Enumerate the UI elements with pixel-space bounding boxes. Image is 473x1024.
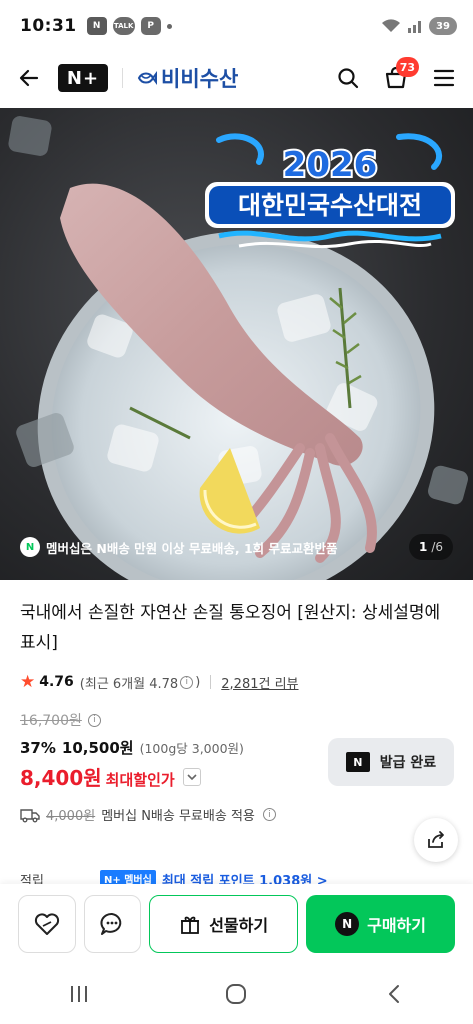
delivery-truck-icon <box>20 808 40 822</box>
membership-promo-banner: N 멤버십은 N배송 만원 이상 무료배송, 1회 무료교환반품 <box>20 534 338 560</box>
signal-icon <box>408 21 421 33</box>
rating-recent-close: ) <box>195 674 201 690</box>
shipping-text: 멤버십 N배송 무료배송 적용 <box>101 809 255 824</box>
max-discount-row[interactable]: 8,400원 최대할인가 <box>20 762 201 791</box>
recent-apps-icon <box>70 986 87 1002</box>
nplus-store-logo[interactable]: N+ <box>58 64 108 92</box>
shipping-original-fee: 4,000원 <box>46 809 96 824</box>
menu-icon <box>433 69 455 87</box>
price-info-icon[interactable]: i <box>87 713 101 727</box>
coupon-issued-label: 발급 완료 <box>379 755 437 771</box>
header-actions: 73 <box>333 57 459 93</box>
purchase-action-bar: 선물하기 N 구매하기 <box>0 884 473 964</box>
rating-row: ★ 4.76 (최근 6개월 4.78 i ) 2,281건 리뷰 <box>20 672 299 692</box>
buy-button[interactable]: N 구매하기 <box>306 895 456 953</box>
store-brand-link[interactable]: 비비수산 <box>135 63 238 93</box>
chevron-down-icon <box>187 773 197 780</box>
share-button[interactable] <box>414 818 458 862</box>
system-navigation-bar <box>0 964 473 1024</box>
search-icon <box>338 68 359 89</box>
shipping-row: 4,000원 멤버십 N배송 무료배송 적용 i <box>20 805 278 824</box>
back-button[interactable] <box>14 63 44 93</box>
review-count-link[interactable]: 2,281건 리뷰 <box>221 673 298 692</box>
recent-apps-button[interactable] <box>59 974 99 1014</box>
battery-icon: 39 <box>429 17 457 35</box>
share-icon <box>428 831 444 848</box>
gift-button[interactable]: 선물하기 <box>149 895 299 953</box>
back-arrow-icon <box>19 69 39 87</box>
talk-notification-icon: TALK <box>112 17 135 35</box>
discount-price: 10,500원 <box>61 739 134 757</box>
cart-button[interactable]: 73 <box>381 57 419 93</box>
status-time: 10:31 <box>20 16 77 36</box>
pager-current: 1 <box>418 540 428 554</box>
rating-divider <box>210 675 212 689</box>
discount-percent: 37% <box>20 739 56 757</box>
pager-total: 6 <box>435 540 443 554</box>
star-icon: ★ <box>20 672 36 692</box>
chevron-left-icon <box>389 985 400 1003</box>
event-title-text: 대한민국수산대전 <box>238 191 422 220</box>
rating-recent: (최근 6개월 4.78 <box>79 676 179 692</box>
naver-notification-icon: N <box>86 17 107 35</box>
unit-price: (100g당 3,000원) <box>139 741 244 756</box>
naver-coupon-icon: N <box>345 752 370 772</box>
wishlist-button[interactable] <box>18 895 76 953</box>
gift-icon <box>181 916 200 934</box>
naver-membership-icon: N <box>20 537 40 557</box>
fish-logo-icon <box>137 71 157 85</box>
search-button[interactable] <box>333 63 363 93</box>
image-pager: 1 / 6 <box>408 534 453 560</box>
coupon-issued-button[interactable]: N 발급 완료 <box>328 738 454 786</box>
fisheries-festival-logo: 2026 대한민국수산대전 <box>205 133 455 249</box>
gift-button-label: 선물하기 <box>209 916 269 935</box>
system-back-button[interactable] <box>374 974 414 1014</box>
header-divider <box>122 68 123 88</box>
event-year-text: 2026 <box>283 145 378 185</box>
buy-button-label: 구매하기 <box>367 916 426 935</box>
product-image-carousel[interactable]: 2026 대한민국수산대전 N 멤버십은 N배송 만원 이상 무료배송, 1회 … <box>0 108 473 580</box>
discount-price-row: 37% 10,500원 (100g당 3,000원) <box>20 737 244 758</box>
rating-info-icon[interactable]: i <box>180 675 194 689</box>
wifi-icon <box>382 19 400 32</box>
rating-score: 4.76 <box>39 674 74 690</box>
max-discount-label: 최대할인가 <box>105 771 175 789</box>
menu-button[interactable] <box>429 63 459 93</box>
home-button[interactable] <box>216 974 256 1014</box>
more-notifications-dot-icon <box>166 23 172 29</box>
membership-promo-text: 멤버십은 N배송 만원 이상 무료배송, 1회 무료교환반품 <box>46 540 338 556</box>
original-price-row: 16,700원 i <box>20 710 103 730</box>
status-notification-icons: N TALK P <box>86 17 172 35</box>
chat-bubble-icon <box>100 913 122 935</box>
talk-chat-button[interactable] <box>83 895 142 953</box>
max-discount-expand-button[interactable] <box>182 767 201 786</box>
heart-icon <box>34 913 59 935</box>
status-bar: 10:31 N TALK P 39 <box>0 0 473 52</box>
parking-notification-icon: P <box>140 17 161 35</box>
store-brand-name: 비비수산 <box>161 67 239 91</box>
max-discount-price: 8,400원 <box>20 766 102 790</box>
cart-count-badge: 73 <box>395 57 419 77</box>
original-price: 16,700원 <box>20 713 82 729</box>
app-header: N+ 비비수산 73 <box>0 52 473 104</box>
naver-pay-icon: N <box>335 912 360 936</box>
home-icon <box>226 984 247 1004</box>
product-title: 국내에서 손질한 자연산 손질 통오징어 [원산지: 상세설명에 표시] <box>20 603 441 653</box>
status-system-icons: 39 <box>381 17 457 35</box>
shipping-info-icon[interactable]: i <box>262 808 276 821</box>
